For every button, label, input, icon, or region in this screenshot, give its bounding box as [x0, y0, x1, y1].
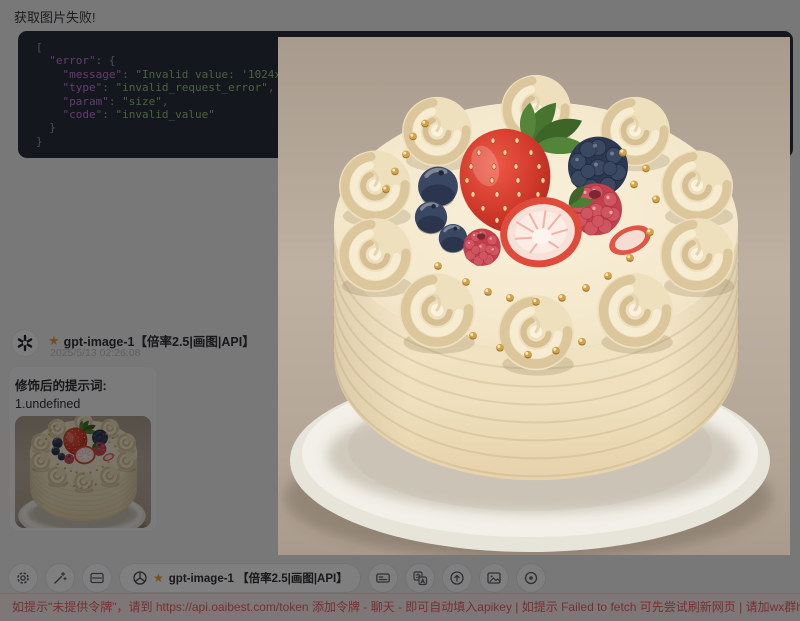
lightbox-image[interactable] [278, 37, 790, 555]
cake-photo [278, 37, 790, 555]
chat-app: 获取图片失败! [ "error": { "message": "Invalid… [0, 0, 800, 621]
